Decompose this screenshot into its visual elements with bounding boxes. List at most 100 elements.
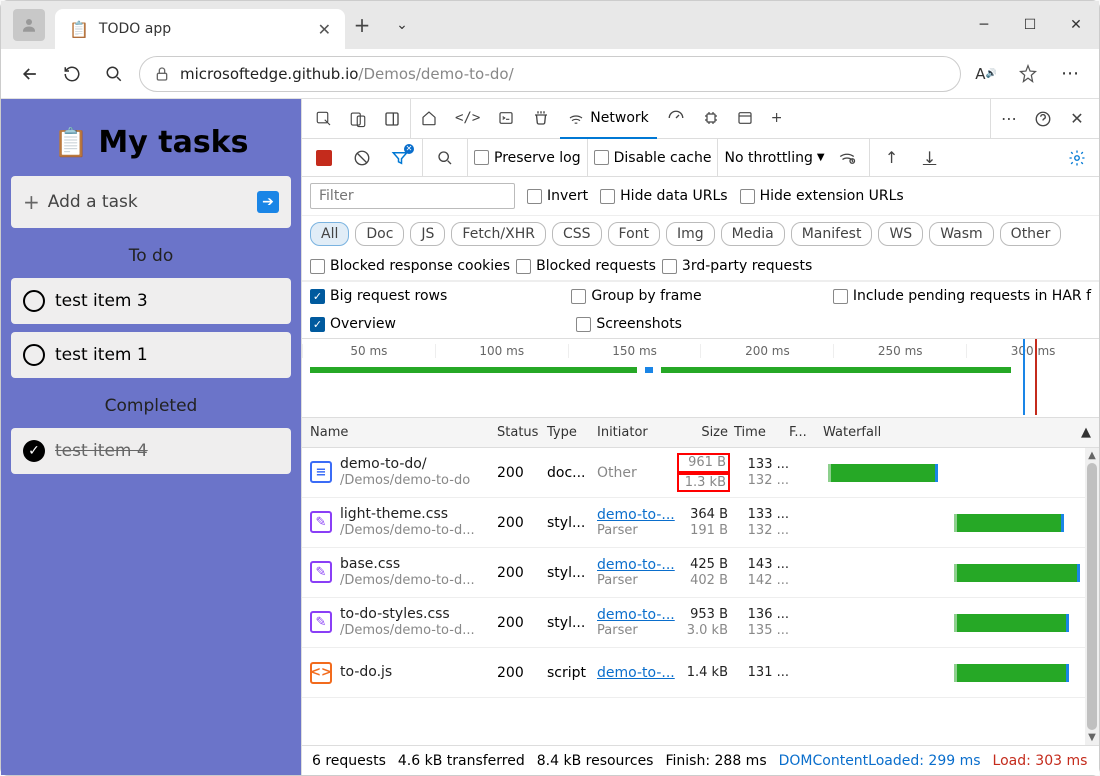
type-filter-media[interactable]: Media (721, 222, 785, 246)
invert-checkbox[interactable]: Invert (527, 188, 588, 204)
task-checkbox-icon[interactable] (23, 290, 45, 312)
scroll-up-icon[interactable]: ▲ (1088, 450, 1096, 461)
task-checkbox-icon[interactable] (23, 344, 45, 366)
request-initiator[interactable]: demo-to-...Parser (597, 557, 679, 588)
col-initiator[interactable]: Initiator (597, 425, 679, 440)
screenshots-checkbox[interactable]: Screenshots (576, 316, 682, 332)
dock-side-button[interactable] (376, 103, 408, 135)
request-initiator[interactable]: Other (597, 465, 679, 481)
scroll-down-icon[interactable]: ▼ (1088, 732, 1096, 743)
record-button[interactable] (308, 142, 340, 174)
type-filter-manifest[interactable]: Manifest (791, 222, 873, 246)
network-row[interactable]: <> to-do.js 200 script demo-to-... 1.4 k… (302, 648, 1085, 698)
type-filter-doc[interactable]: Doc (355, 222, 404, 246)
minimize-button[interactable]: ─ (961, 1, 1007, 49)
network-row[interactable]: ✎ to-do-styles.css/Demos/demo-to-d... 20… (302, 598, 1085, 648)
add-task-input[interactable]: + Add a task ➔ (11, 176, 291, 228)
tab-application[interactable] (729, 99, 761, 139)
import-har-button[interactable]: ↑ (876, 142, 908, 174)
devtools-more-button[interactable]: ⋯ (993, 103, 1025, 135)
overview-checkbox[interactable]: ✓Overview (310, 316, 396, 332)
col-f[interactable]: F... (789, 425, 815, 440)
network-conditions-button[interactable] (831, 142, 863, 174)
col-type[interactable]: Type (547, 425, 597, 440)
tab-network[interactable]: Network (560, 99, 656, 139)
read-aloud-button[interactable]: A🔊 (969, 57, 1003, 91)
task-item[interactable]: test item 3 (11, 278, 291, 324)
table-scrollbar[interactable]: ▲ ▼ (1085, 448, 1099, 745)
search-button[interactable] (97, 57, 131, 91)
devtools-close-button[interactable]: ✕ (1061, 103, 1093, 135)
tab-welcome[interactable] (413, 99, 445, 139)
profile-icon[interactable] (13, 9, 45, 41)
network-row[interactable]: ≡ demo-to-do//Demos/demo-to-do 200 doc..… (302, 448, 1085, 498)
tab-elements[interactable]: </> (447, 99, 488, 139)
type-filter-img[interactable]: Img (666, 222, 715, 246)
task-checked-icon[interactable]: ✓ (23, 440, 45, 462)
col-time[interactable]: Time (734, 425, 789, 440)
tab-close-button[interactable]: ✕ (318, 20, 331, 39)
request-initiator[interactable]: demo-to-...Parser (597, 507, 679, 538)
hide-data-urls-checkbox[interactable]: Hide data URLs (600, 188, 727, 204)
tab-console[interactable] (490, 99, 522, 139)
col-status[interactable]: Status (497, 425, 547, 440)
tab-performance[interactable] (659, 99, 693, 139)
throttling-select[interactable]: No throttling ▼ (724, 150, 824, 166)
pending-har-checkbox[interactable]: Include pending requests in HAR f (833, 288, 1091, 304)
timeline-overview[interactable]: 50 ms100 ms150 ms200 ms250 ms300 ms (302, 338, 1099, 418)
network-row[interactable]: ✎ base.css/Demos/demo-to-d... 200 styl..… (302, 548, 1085, 598)
third-party-checkbox[interactable]: 3rd-party requests (662, 258, 812, 274)
search-network-button[interactable] (429, 142, 461, 174)
network-settings-button[interactable] (1061, 142, 1093, 174)
tab-sources[interactable] (524, 99, 558, 139)
tab-actions-button[interactable]: ⌄ (379, 17, 425, 33)
type-filter-all[interactable]: All (310, 222, 349, 246)
devtools-panel: </> Network + ⋯ ✕ ✕ (301, 99, 1099, 775)
type-filter-css[interactable]: CSS (552, 222, 602, 246)
device-emulation-button[interactable] (342, 103, 374, 135)
maximize-button[interactable]: ☐ (1007, 1, 1053, 49)
refresh-button[interactable] (55, 57, 89, 91)
disable-cache-checkbox[interactable]: Disable cache (594, 150, 712, 166)
new-tab-button[interactable]: + (345, 13, 379, 37)
more-menu-button[interactable]: ⋯ (1053, 57, 1087, 91)
type-filter-other[interactable]: Other (1000, 222, 1062, 246)
task-item-completed[interactable]: ✓ test item 4 (11, 428, 291, 474)
blocked-cookies-checkbox[interactable]: Blocked response cookies (310, 258, 510, 274)
request-size: 953 B3.0 kB (679, 607, 734, 638)
filter-input[interactable] (310, 183, 515, 209)
devtools-help-button[interactable] (1027, 103, 1059, 135)
col-waterfall[interactable]: Waterfall▲ (815, 425, 1099, 440)
big-rows-checkbox[interactable]: ✓Big request rows (310, 288, 447, 304)
blocked-requests-checkbox[interactable]: Blocked requests (516, 258, 656, 274)
task-item[interactable]: test item 1 (11, 332, 291, 378)
export-har-button[interactable]: ↓ (914, 142, 946, 174)
preserve-log-checkbox[interactable]: Preserve log (474, 150, 581, 166)
network-row[interactable]: ✎ light-theme.css/Demos/demo-to-d... 200… (302, 498, 1085, 548)
type-filter-ws[interactable]: WS (878, 222, 923, 246)
favorite-button[interactable] (1011, 57, 1045, 91)
inspect-button[interactable] (308, 103, 340, 135)
timeline-tick: 100 ms (435, 344, 568, 358)
back-button[interactable] (13, 57, 47, 91)
tab-memory[interactable] (695, 99, 727, 139)
type-filter-font[interactable]: Font (608, 222, 660, 246)
browser-tab[interactable]: 📋 TODO app ✕ (55, 9, 345, 49)
tab-add[interactable]: + (763, 99, 791, 139)
filter-toggle-button[interactable]: ✕ (384, 142, 416, 174)
hide-extension-urls-checkbox[interactable]: Hide extension URLs (740, 188, 904, 204)
network-table-header[interactable]: Name Status Type Initiator Size Time F..… (302, 418, 1099, 448)
request-initiator[interactable]: demo-to-...Parser (597, 607, 679, 638)
type-filter-js[interactable]: JS (410, 222, 445, 246)
address-bar[interactable]: microsoftedge.github.io/Demos/demo-to-do… (139, 56, 961, 92)
col-name[interactable]: Name (302, 425, 497, 440)
scroll-thumb[interactable] (1087, 463, 1097, 730)
request-initiator[interactable]: demo-to-... (597, 665, 679, 681)
type-filter-wasm[interactable]: Wasm (929, 222, 993, 246)
submit-icon[interactable]: ➔ (257, 191, 279, 213)
col-size[interactable]: Size (679, 425, 734, 440)
clear-button[interactable] (346, 142, 378, 174)
close-window-button[interactable]: ✕ (1053, 1, 1099, 49)
type-filter-fetchxhr[interactable]: Fetch/XHR (451, 222, 546, 246)
group-frame-checkbox[interactable]: Group by frame (571, 288, 701, 304)
